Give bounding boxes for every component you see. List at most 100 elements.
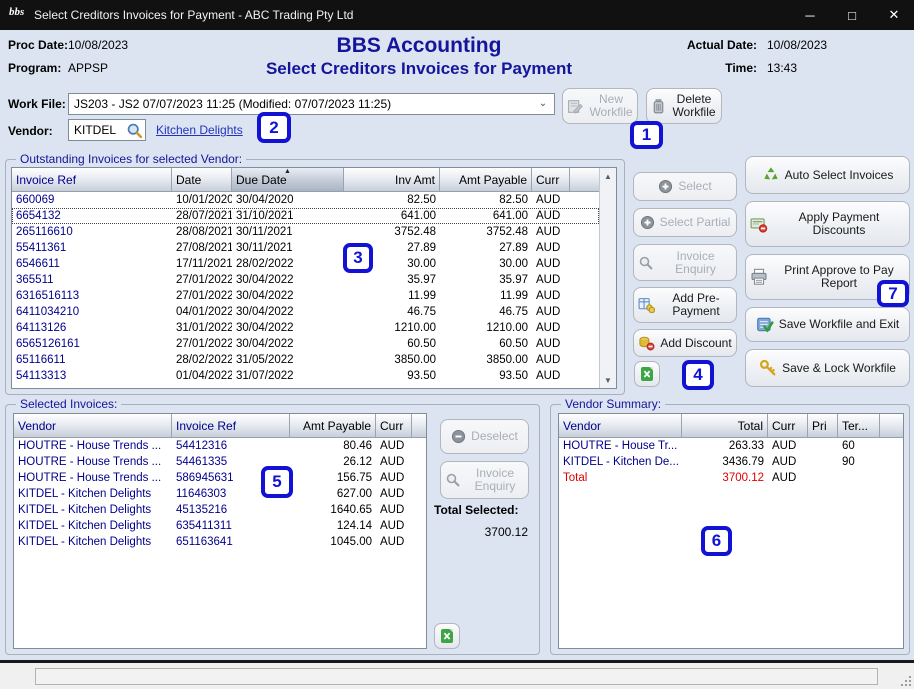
table-cell: AUD: [532, 226, 570, 238]
table-row[interactable]: 6511661128/02/202231/05/20223850.003850.…: [12, 352, 599, 368]
total-selected-value: 3700.12: [440, 525, 528, 539]
table-cell: 93.50: [440, 370, 532, 382]
new-workfile-button[interactable]: New Workfile: [562, 88, 638, 124]
column-header-amt-payable[interactable]: Amt Payable: [440, 168, 532, 191]
vendor-summary-body: HOUTRE - House Tr...263.33AUD60KITDEL - …: [559, 438, 903, 486]
scroll-down-icon[interactable]: ▼: [600, 372, 616, 388]
outstanding-table-header: Invoice Ref Date ▲Due Date Inv Amt Amt P…: [12, 168, 616, 192]
table-cell: 30.00: [440, 258, 532, 270]
maximize-button[interactable]: □: [832, 0, 872, 30]
table-row[interactable]: KITDEL - Kitchen Delights6511636411045.0…: [14, 534, 426, 550]
table-cell: AUD: [532, 370, 570, 382]
column-header-curr[interactable]: Curr: [532, 168, 570, 191]
chevron-down-icon[interactable]: ⌄: [536, 98, 550, 112]
invoice-enquiry-button[interactable]: Invoice Enquiry: [633, 244, 737, 281]
add-prepayment-button[interactable]: Add Pre-Payment: [633, 287, 737, 323]
vendor-label: Vendor:: [8, 124, 53, 138]
table-cell: 28/02/2022: [172, 354, 232, 366]
vendor-name-link[interactable]: Kitchen Delights: [156, 123, 243, 137]
table-row[interactable]: 6411312631/01/202230/04/20221210.001210.…: [12, 320, 599, 336]
save-and-lock-workfile-button[interactable]: Save & Lock Workfile: [745, 349, 910, 387]
scroll-up-icon[interactable]: ▲: [600, 168, 616, 184]
table-cell: Total: [559, 472, 682, 484]
table-cell: KITDEL - Kitchen Delights: [14, 520, 172, 532]
column-header-inv-amt[interactable]: Inv Amt: [344, 168, 440, 191]
table-row[interactable]: 66006910/01/202030/04/202082.5082.50AUD: [12, 192, 599, 208]
column-header-invoice-ref[interactable]: Invoice Ref: [12, 168, 172, 191]
actual-date-label: Actual Date:: [600, 38, 757, 52]
save-check-icon: [756, 316, 774, 334]
outstanding-invoices-group: Outstanding Invoices for selected Vendor…: [5, 159, 625, 395]
column-header-vendor[interactable]: Vendor: [14, 414, 172, 437]
table-cell: 3752.48: [440, 226, 532, 238]
table-cell: 1640.65: [290, 504, 376, 516]
column-header-due-date[interactable]: ▲Due Date: [232, 168, 344, 191]
vendor-search-icon[interactable]: [126, 122, 143, 139]
table-row[interactable]: KITDEL - Kitchen Delights635411311124.14…: [14, 518, 426, 534]
save-workfile-and-exit-button[interactable]: Save Workfile and Exit: [745, 307, 910, 342]
table-row[interactable]: 5411331301/04/202231/07/202293.5093.50AU…: [12, 368, 599, 384]
minus-circle-icon: [451, 429, 466, 444]
table-cell: AUD: [532, 306, 570, 318]
column-header-amt-payable[interactable]: Amt Payable: [290, 414, 376, 437]
select-button[interactable]: Select: [633, 172, 737, 201]
table-cell: AUD: [532, 210, 570, 222]
resize-grip[interactable]: [899, 674, 911, 686]
minimize-button[interactable]: ─: [790, 0, 830, 30]
table-cell: 651163641: [172, 536, 290, 548]
table-row[interactable]: 641103421004/01/202230/04/202246.7546.75…: [12, 304, 599, 320]
column-header-terms[interactable]: Ter...: [838, 414, 880, 437]
table-row[interactable]: KITDEL - Kitchen Delights451352161640.65…: [14, 502, 426, 518]
table-row[interactable]: 631651611327/01/202230/04/202211.9911.99…: [12, 288, 599, 304]
table-row[interactable]: 5541136127/08/202130/11/202127.8927.89AU…: [12, 240, 599, 256]
column-header-curr[interactable]: Curr: [768, 414, 808, 437]
invoice-enquiry-button[interactable]: Invoice Enquiry: [440, 461, 529, 499]
auto-select-invoices-button[interactable]: Auto Select Invoices: [745, 156, 910, 194]
delete-workfile-button[interactable]: Delete Workfile: [646, 88, 722, 124]
table-cell: 3850.00: [344, 354, 440, 366]
table-row[interactable]: HOUTRE - House Trends ...5441231680.46AU…: [14, 438, 426, 454]
table-cell: AUD: [376, 520, 412, 532]
table-cell: AUD: [376, 472, 412, 484]
table-cell: 10/01/2020: [172, 194, 232, 206]
apply-payment-discounts-button[interactable]: Apply Payment Discounts: [745, 201, 910, 247]
table-row[interactable]: HOUTRE - House Tr...263.33AUD60: [559, 438, 903, 454]
select-partial-button[interactable]: Select Partial: [633, 208, 737, 237]
table-row[interactable]: KITDEL - Kitchen De...3436.79AUD90: [559, 454, 903, 470]
table-cell: 35.97: [440, 274, 532, 286]
table-cell: AUD: [376, 440, 412, 452]
table-cell: 82.50: [440, 194, 532, 206]
selected-table-header: Vendor Invoice Ref Amt Payable Curr: [14, 414, 426, 438]
column-header-total[interactable]: Total: [682, 414, 768, 437]
workfile-selected-value: JS203 - JS2 07/07/2023 11:25 (Modified: …: [74, 97, 391, 111]
table-row[interactable]: KITDEL - Kitchen Delights11646303627.00A…: [14, 486, 426, 502]
table-row[interactable]: Total3700.12AUD: [559, 470, 903, 486]
table-cell: 3850.00: [440, 354, 532, 366]
table-row[interactable]: 665413228/07/202131/10/2021641.00641.00A…: [12, 208, 599, 224]
outstanding-invoices-list: Invoice Ref Date ▲Due Date Inv Amt Amt P…: [11, 167, 617, 389]
table-row[interactable]: HOUTRE - House Trends ...586945631156.75…: [14, 470, 426, 486]
table-cell: 6411034210: [12, 306, 172, 318]
vendor-code-input[interactable]: KITDEL: [68, 119, 146, 141]
column-header-date[interactable]: Date: [172, 168, 232, 191]
table-row[interactable]: 654661117/11/202128/02/202230.0030.00AUD: [12, 256, 599, 272]
vertical-scrollbar[interactable]: ▲ ▼: [599, 168, 616, 388]
add-discount-button[interactable]: Add Discount: [633, 329, 737, 357]
close-button[interactable]: ✕: [874, 0, 914, 30]
table-row[interactable]: 656512616127/01/202230/04/202260.5060.50…: [12, 336, 599, 352]
annotation-2: 2: [257, 112, 291, 143]
table-cell: 11.99: [440, 290, 532, 302]
table-cell: HOUTRE - House Tr...: [559, 440, 682, 452]
deselect-button[interactable]: Deselect: [440, 419, 529, 454]
column-header-vendor[interactable]: Vendor: [559, 414, 682, 437]
column-header-pri[interactable]: Pri: [808, 414, 838, 437]
column-header-invoice-ref[interactable]: Invoice Ref: [172, 414, 290, 437]
table-row[interactable]: HOUTRE - House Trends ...5446133526.12AU…: [14, 454, 426, 470]
table-row[interactable]: 36551127/01/202230/04/202235.9735.97AUD: [12, 272, 599, 288]
table-row[interactable]: 26511661028/08/202130/11/20213752.483752…: [12, 224, 599, 240]
column-header-curr[interactable]: Curr: [376, 414, 412, 437]
workfile-select[interactable]: JS203 - JS2 07/07/2023 11:25 (Modified: …: [68, 93, 555, 115]
export-excel-button[interactable]: [434, 623, 460, 649]
total-selected-label: Total Selected:: [434, 503, 518, 517]
export-excel-button[interactable]: [634, 361, 660, 387]
